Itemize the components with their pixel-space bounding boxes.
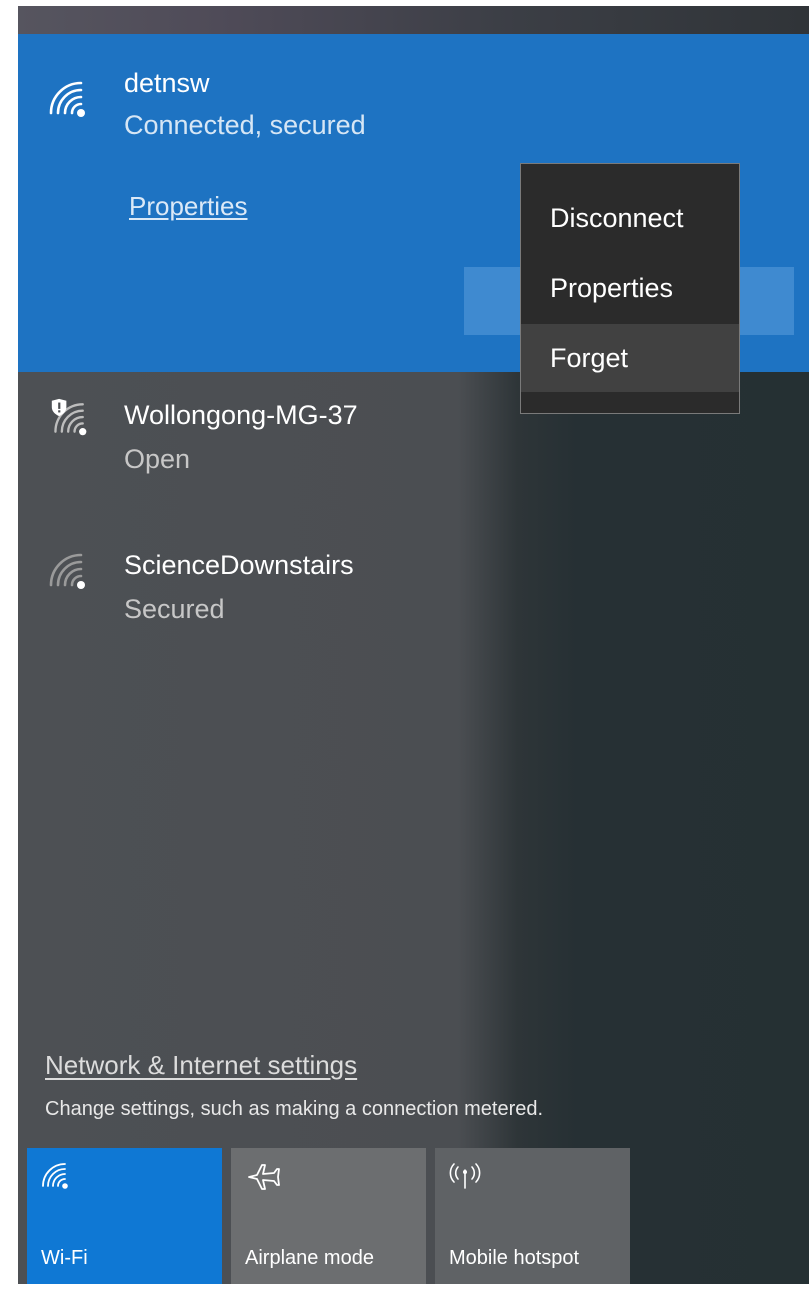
- wifi-toggle-tile[interactable]: Wi-Fi: [27, 1148, 222, 1284]
- menu-item-forget[interactable]: Forget: [521, 324, 739, 392]
- hotspot-tile-label: Mobile hotspot: [449, 1247, 580, 1269]
- wifi-icon: [42, 1163, 68, 1189]
- menu-item-disconnect[interactable]: Disconnect: [521, 184, 739, 252]
- mobile-hotspot-tile[interactable]: Mobile hotspot: [435, 1148, 630, 1284]
- airplane-mode-tile[interactable]: Airplane mode: [231, 1148, 426, 1284]
- menu-item-properties[interactable]: Properties: [521, 254, 739, 322]
- wifi-icon: [49, 553, 85, 589]
- hotspot-icon: [449, 1163, 481, 1189]
- network-item[interactable]: ScienceDownstairs Secured: [18, 526, 488, 656]
- airplane-icon: [248, 1164, 280, 1190]
- wifi-warning-icon: [51, 398, 87, 436]
- connected-network-status: Connected, secured: [124, 110, 366, 140]
- wifi-tile-label: Wi-Fi: [41, 1247, 88, 1269]
- airplane-tile-label: Airplane mode: [245, 1247, 374, 1269]
- network-context-menu: Disconnect Properties Forget: [520, 163, 740, 414]
- network-name: ScienceDownstairs: [124, 550, 354, 580]
- wifi-icon: [49, 81, 85, 117]
- network-item[interactable]: Wollongong-MG-37 Open: [18, 376, 488, 506]
- network-name: Wollongong-MG-37: [124, 400, 358, 430]
- network-status: Secured: [124, 594, 225, 624]
- properties-link[interactable]: Properties: [129, 191, 248, 222]
- network-settings-description: Change settings, such as making a connec…: [45, 1098, 544, 1120]
- network-status: Open: [124, 444, 191, 474]
- flyout-top-strip: [18, 6, 809, 34]
- network-settings-link[interactable]: Network & Internet settings: [45, 1050, 357, 1081]
- connected-network-name: detnsw: [124, 68, 210, 98]
- network-flyout: detnsw Connected, secured Properties Wol…: [18, 6, 809, 1284]
